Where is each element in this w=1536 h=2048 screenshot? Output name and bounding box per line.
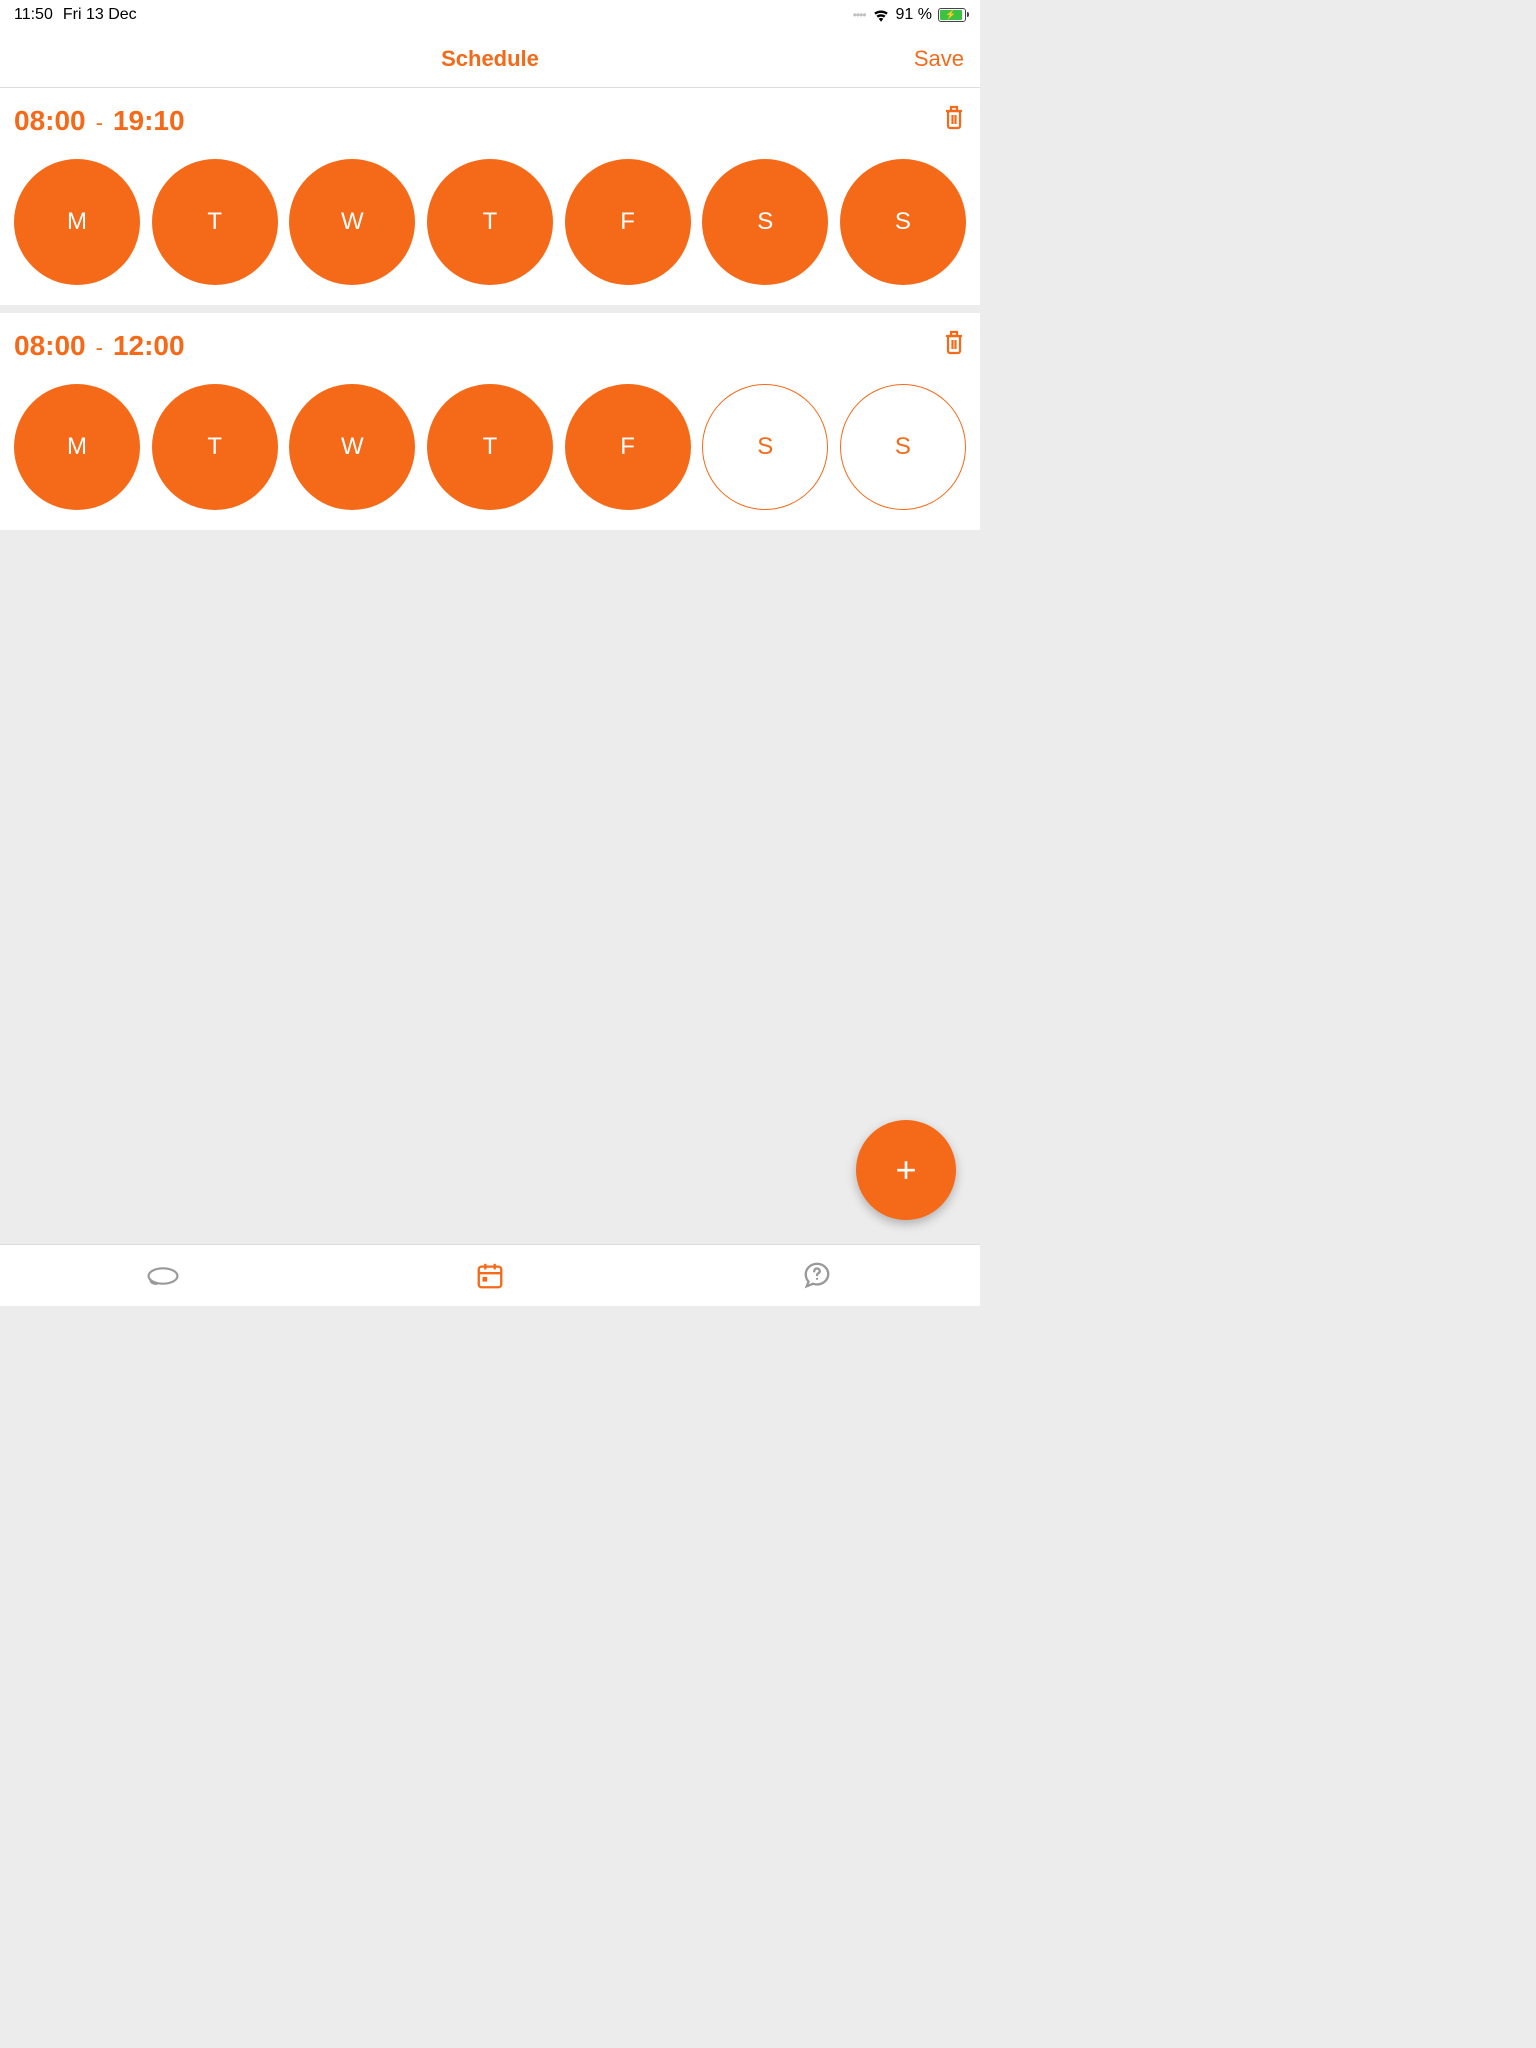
trash-icon [942,104,966,132]
day-toggle[interactable]: S [840,384,966,510]
end-time: 12:00 [113,330,185,362]
end-time: 19:10 [113,105,185,137]
tab-alert-icon[interactable] [146,1261,180,1291]
nav-bar: Schedule Save [0,30,980,88]
bottom-tab-bar [0,1244,980,1306]
day-toggle[interactable]: S [702,159,828,285]
schedule-card: 08:00-19:10MTWTFSS [0,88,980,305]
day-toggle[interactable]: F [565,384,691,510]
status-time: 11:50 [14,6,53,24]
trash-icon [942,329,966,357]
status-left: 11:50 Fri 13 Dec [14,6,137,24]
day-toggle[interactable]: W [289,159,415,285]
day-toggle[interactable]: M [14,159,140,285]
day-toggle[interactable]: S [702,384,828,510]
battery-icon: ⚡ [938,8,966,22]
tab-calendar-icon[interactable] [473,1261,507,1291]
start-time: 08:00 [14,105,86,137]
add-schedule-button[interactable]: + [856,1120,956,1220]
status-date: Fri 13 Dec [63,6,137,24]
day-toggle[interactable]: T [152,384,278,510]
wifi-icon [872,8,890,22]
status-right: •••• 91 % ⚡ [853,6,966,24]
save-button[interactable]: Save [914,46,964,72]
day-toggle[interactable]: S [840,159,966,285]
start-time: 08:00 [14,330,86,362]
battery-percentage: 91 % [896,6,932,24]
day-toggle[interactable]: M [14,384,140,510]
day-toggle[interactable]: T [427,159,553,285]
time-separator: - [96,110,103,136]
day-toggle[interactable]: W [289,384,415,510]
cellular-dots-icon: •••• [853,8,866,22]
schedule-header: 08:00-12:00 [14,329,966,362]
delete-button[interactable] [942,104,966,137]
days-row: MTWTFSS [14,384,966,510]
tab-help-icon[interactable] [800,1261,834,1291]
page-title: Schedule [441,46,539,72]
day-toggle[interactable]: F [565,159,691,285]
status-bar: 11:50 Fri 13 Dec •••• 91 % ⚡ [0,0,980,30]
day-toggle[interactable]: T [152,159,278,285]
day-toggle[interactable]: T [427,384,553,510]
days-row: MTWTFSS [14,159,966,285]
time-range[interactable]: 08:00-19:10 [14,105,185,137]
schedule-card: 08:00-12:00MTWTFSS [0,313,980,530]
delete-button[interactable] [942,329,966,362]
schedule-header: 08:00-19:10 [14,104,966,137]
plus-icon: + [895,1149,916,1191]
time-separator: - [96,335,103,361]
time-range[interactable]: 08:00-12:00 [14,330,185,362]
